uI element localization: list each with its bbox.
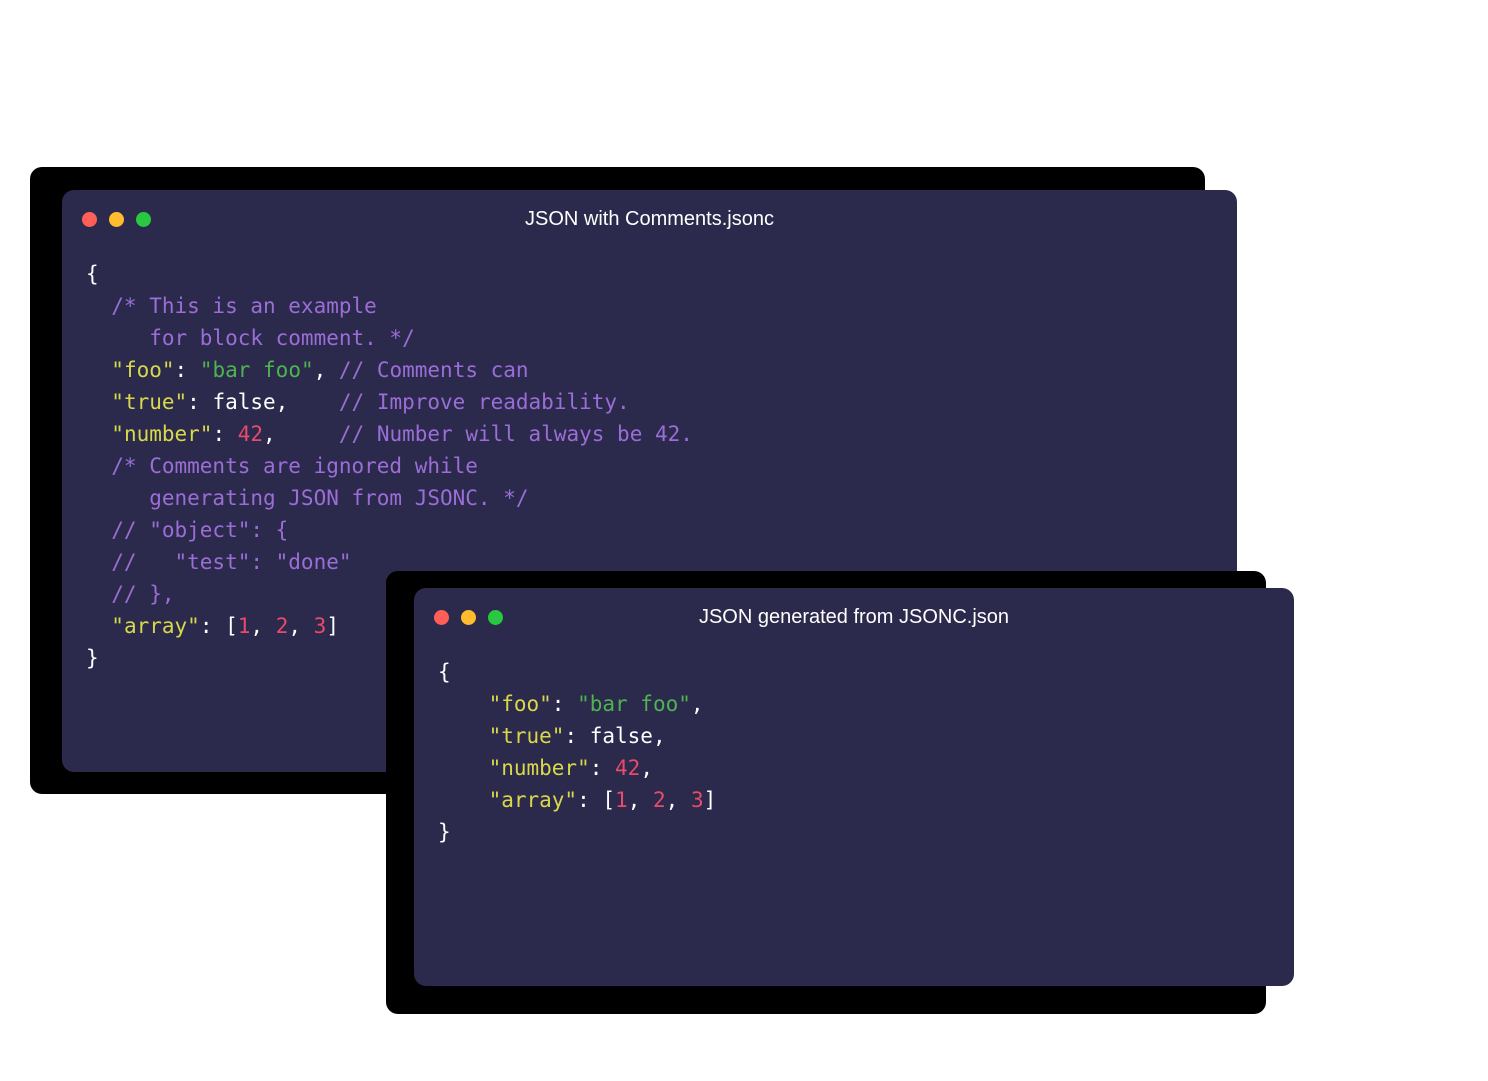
code-token: } bbox=[86, 646, 99, 670]
code-token: 3 bbox=[691, 788, 704, 812]
code-line: "number": 42, bbox=[438, 752, 1270, 784]
code-token: // Comments can bbox=[339, 358, 529, 382]
code-token: , bbox=[628, 788, 653, 812]
close-icon[interactable] bbox=[434, 610, 449, 625]
zoom-icon[interactable] bbox=[136, 212, 151, 227]
code-token: : bbox=[175, 358, 200, 382]
code-token bbox=[438, 724, 489, 748]
code-line: { bbox=[438, 656, 1270, 688]
code-token: , bbox=[276, 390, 339, 414]
code-line: /* This is an example bbox=[86, 290, 1213, 322]
code-token: "number" bbox=[111, 422, 212, 446]
code-token: , bbox=[640, 756, 653, 780]
code-token: } bbox=[438, 820, 451, 844]
code-token: 2 bbox=[276, 614, 289, 638]
code-token: : bbox=[590, 756, 615, 780]
code-token: ] bbox=[326, 614, 339, 638]
zoom-icon[interactable] bbox=[488, 610, 503, 625]
traffic-lights bbox=[82, 212, 151, 227]
code-token: // Improve readability. bbox=[339, 390, 630, 414]
window-title: JSON generated from JSONC.json bbox=[414, 606, 1294, 629]
titlebar[interactable]: JSON with Comments.jsonc bbox=[62, 190, 1237, 248]
code-token: /* This is an example bbox=[86, 294, 377, 318]
code-token: , bbox=[250, 614, 275, 638]
code-line: "true": false, bbox=[438, 720, 1270, 752]
stage: JSON with Comments.jsonc { /* This is an… bbox=[0, 0, 1488, 1081]
code-token: , bbox=[314, 358, 339, 382]
code-token: "array" bbox=[489, 788, 578, 812]
code-token: false bbox=[212, 390, 275, 414]
code-token bbox=[438, 756, 489, 780]
close-icon[interactable] bbox=[82, 212, 97, 227]
code-token: , bbox=[653, 724, 666, 748]
code-token: : bbox=[187, 390, 212, 414]
code-token: 42 bbox=[615, 756, 640, 780]
code-token: : bbox=[552, 692, 577, 716]
code-line: "foo": "bar foo", bbox=[438, 688, 1270, 720]
code-token: generating JSON from JSONC. */ bbox=[86, 486, 529, 510]
code-token bbox=[438, 692, 489, 716]
code-token: // }, bbox=[86, 582, 175, 606]
code-line: // "object": { bbox=[86, 514, 1213, 546]
code-token: 2 bbox=[653, 788, 666, 812]
code-token: /* Comments are ignored while bbox=[86, 454, 478, 478]
code-token: // "object": { bbox=[86, 518, 288, 542]
code-line: "number": 42, // Number will always be 4… bbox=[86, 418, 1213, 450]
minimize-icon[interactable] bbox=[461, 610, 476, 625]
code-token: , bbox=[691, 692, 704, 716]
code-token: 42 bbox=[238, 422, 263, 446]
code-line: { bbox=[86, 258, 1213, 290]
code-token: ] bbox=[704, 788, 717, 812]
code-token: [ bbox=[602, 788, 615, 812]
code-token: , bbox=[263, 422, 339, 446]
code-token: : bbox=[212, 422, 237, 446]
code-token bbox=[86, 358, 111, 382]
code-token: , bbox=[666, 788, 691, 812]
code-token: "true" bbox=[111, 390, 187, 414]
code-line: for block comment. */ bbox=[86, 322, 1213, 354]
code-line: } bbox=[438, 816, 1270, 848]
code-token: { bbox=[86, 262, 99, 286]
code-token: , bbox=[288, 614, 313, 638]
code-token: "true" bbox=[489, 724, 565, 748]
code-window-json: JSON generated from JSONC.json { "foo": … bbox=[414, 588, 1294, 986]
code-token: "array" bbox=[111, 614, 200, 638]
code-token bbox=[86, 614, 111, 638]
code-token: { bbox=[438, 660, 451, 684]
code-token: "bar foo" bbox=[200, 358, 314, 382]
code-token: "foo" bbox=[111, 358, 174, 382]
code-token bbox=[86, 390, 111, 414]
code-token: "number" bbox=[489, 756, 590, 780]
code-token: : bbox=[200, 614, 225, 638]
titlebar[interactable]: JSON generated from JSONC.json bbox=[414, 588, 1294, 646]
code-line: "array": [1, 2, 3] bbox=[438, 784, 1270, 816]
code-token bbox=[86, 422, 111, 446]
code-token: "bar foo" bbox=[577, 692, 691, 716]
minimize-icon[interactable] bbox=[109, 212, 124, 227]
code-token: 3 bbox=[314, 614, 327, 638]
code-area[interactable]: { "foo": "bar foo", "true": false, "numb… bbox=[414, 646, 1294, 872]
code-token: 1 bbox=[238, 614, 251, 638]
code-token: // Number will always be 42. bbox=[339, 422, 693, 446]
code-token: 1 bbox=[615, 788, 628, 812]
code-token: [ bbox=[225, 614, 238, 638]
code-line: "true": false, // Improve readability. bbox=[86, 386, 1213, 418]
code-token: : bbox=[577, 788, 602, 812]
code-token: // "test": "done" bbox=[86, 550, 352, 574]
code-token: "foo" bbox=[489, 692, 552, 716]
code-line: "foo": "bar foo", // Comments can bbox=[86, 354, 1213, 386]
code-line: /* Comments are ignored while bbox=[86, 450, 1213, 482]
traffic-lights bbox=[434, 610, 503, 625]
code-token: for block comment. */ bbox=[86, 326, 415, 350]
code-token bbox=[438, 788, 489, 812]
window-title: JSON with Comments.jsonc bbox=[62, 208, 1237, 231]
code-token: : bbox=[564, 724, 589, 748]
code-line: generating JSON from JSONC. */ bbox=[86, 482, 1213, 514]
code-token: false bbox=[590, 724, 653, 748]
